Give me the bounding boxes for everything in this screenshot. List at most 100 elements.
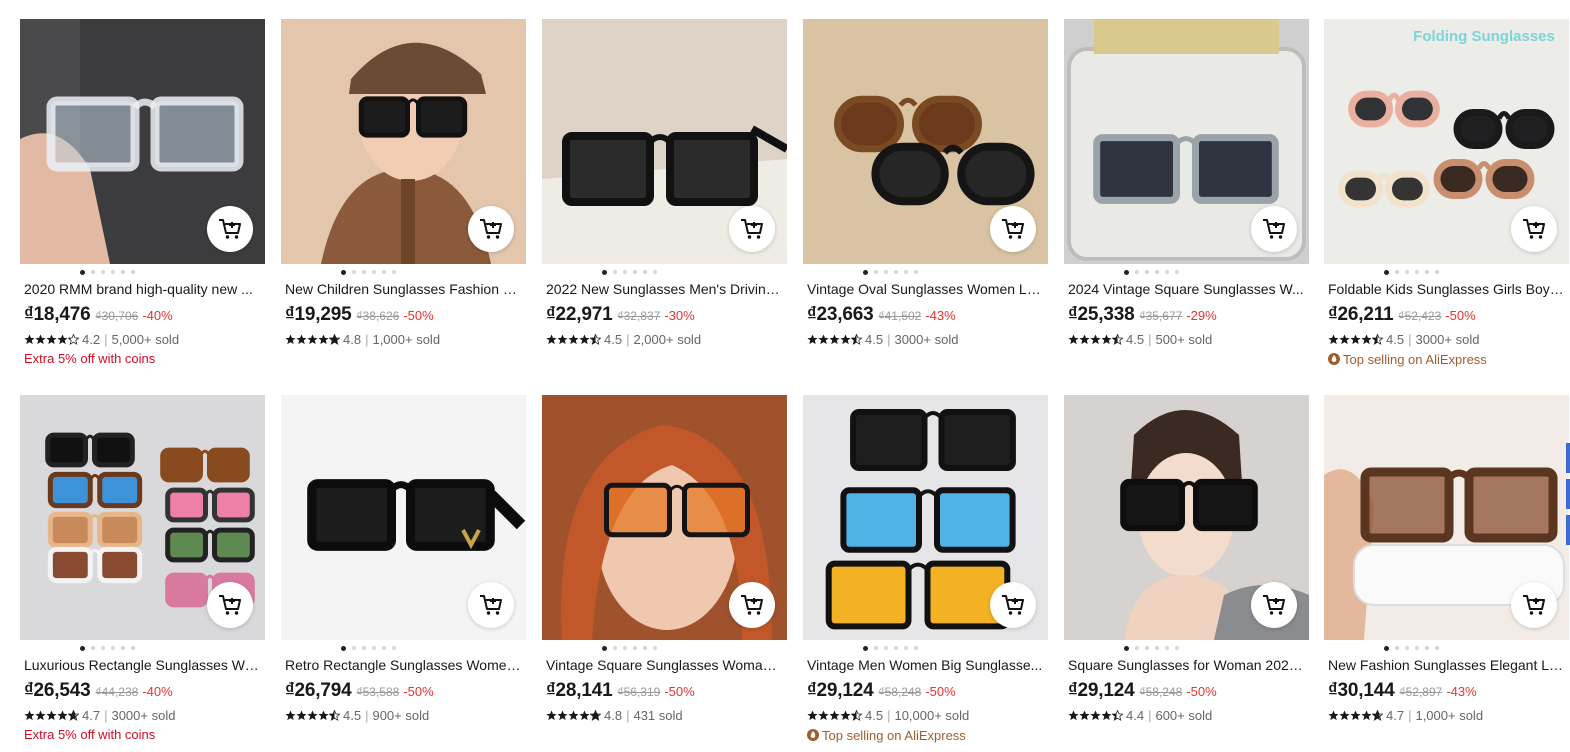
carousel-dot[interactable] (914, 270, 918, 274)
add-to-cart-button[interactable] (729, 206, 775, 252)
add-to-cart-button[interactable] (468, 582, 514, 628)
carousel-dot[interactable] (382, 646, 386, 650)
carousel-dot[interactable] (633, 646, 637, 650)
carousel-dot[interactable] (1405, 270, 1409, 274)
product-image[interactable] (20, 395, 265, 640)
product-card[interactable]: New Fashion Sunglasses Elegant La... ₫30… (1324, 395, 1569, 723)
carousel-dot[interactable] (1175, 270, 1179, 274)
product-card[interactable]: New Children Sunglasses Fashion C... ₫19… (281, 19, 526, 347)
carousel-dot[interactable] (352, 646, 356, 650)
product-title[interactable]: Vintage Square Sunglasses Woman ... (542, 656, 787, 674)
product-image[interactable] (281, 19, 526, 264)
carousel-dot[interactable] (1135, 270, 1139, 274)
product-image[interactable] (1064, 395, 1309, 640)
carousel-dot[interactable] (863, 645, 868, 651)
carousel-dot[interactable] (1175, 646, 1179, 650)
carousel-dot[interactable] (863, 269, 868, 275)
product-card[interactable]: Retro Rectangle Sunglasses Women... ₫26,… (281, 395, 526, 723)
product-image[interactable]: Folding Sunglasses (1324, 19, 1569, 264)
product-title[interactable]: Luxurious Rectangle Sunglasses Wo... (20, 656, 265, 674)
carousel-dot[interactable] (80, 269, 85, 275)
carousel-dot[interactable] (392, 646, 396, 650)
scrollbar-indicator[interactable] (1566, 443, 1570, 558)
product-image[interactable] (281, 395, 526, 640)
carousel-dot[interactable] (131, 646, 135, 650)
add-to-cart-button[interactable] (990, 206, 1036, 252)
carousel-dot[interactable] (904, 646, 908, 650)
carousel-dot[interactable] (91, 646, 95, 650)
carousel-dot[interactable] (1425, 270, 1429, 274)
carousel-dot[interactable] (382, 270, 386, 274)
carousel-dot[interactable] (372, 646, 376, 650)
product-title[interactable]: New Fashion Sunglasses Elegant La... (1324, 656, 1569, 674)
add-to-cart-button[interactable] (1511, 582, 1557, 628)
carousel-dot[interactable] (1435, 646, 1439, 650)
product-card[interactable]: Folding Sunglasses Foldable Kids Sunglas… (1324, 19, 1569, 367)
carousel-dot[interactable] (613, 646, 617, 650)
carousel-dot[interactable] (884, 270, 888, 274)
carousel-dot[interactable] (1124, 645, 1129, 651)
carousel-dot[interactable] (653, 270, 657, 274)
carousel-dot[interactable] (1165, 270, 1169, 274)
carousel-dot[interactable] (392, 270, 396, 274)
carousel-dot[interactable] (1145, 270, 1149, 274)
product-card[interactable]: 2024 Vintage Square Sunglasses W... ₫25,… (1064, 19, 1309, 347)
add-to-cart-button[interactable] (729, 582, 775, 628)
product-image[interactable] (1064, 19, 1309, 264)
carousel-dot[interactable] (874, 646, 878, 650)
carousel-dot[interactable] (1405, 646, 1409, 650)
carousel-dot[interactable] (1435, 270, 1439, 274)
carousel-dot[interactable] (362, 270, 366, 274)
carousel-dot[interactable] (80, 645, 85, 651)
product-image[interactable] (803, 395, 1048, 640)
product-card[interactable]: 2020 RMM brand high-quality new ... ₫18,… (20, 19, 265, 367)
carousel-dot[interactable] (1415, 646, 1419, 650)
add-to-cart-button[interactable] (207, 206, 253, 252)
product-title[interactable]: 2024 Vintage Square Sunglasses W... (1064, 280, 1309, 298)
carousel-dot[interactable] (633, 270, 637, 274)
carousel-dot[interactable] (904, 270, 908, 274)
carousel-dot[interactable] (111, 270, 115, 274)
carousel-dot[interactable] (372, 270, 376, 274)
add-to-cart-button[interactable] (1251, 582, 1297, 628)
carousel-dot[interactable] (884, 646, 888, 650)
carousel-dot[interactable] (613, 270, 617, 274)
add-to-cart-button[interactable] (207, 582, 253, 628)
add-to-cart-button[interactable] (1511, 206, 1557, 252)
carousel-dot[interactable] (101, 270, 105, 274)
product-card[interactable]: Square Sunglasses for Woman 2023... ₫29,… (1064, 395, 1309, 723)
product-card[interactable]: Vintage Oval Sunglasses Women Lu... ₫23,… (803, 19, 1048, 347)
carousel-dot[interactable] (362, 646, 366, 650)
product-image[interactable] (20, 19, 265, 264)
carousel-dot[interactable] (653, 646, 657, 650)
carousel-dot[interactable] (1145, 646, 1149, 650)
carousel-dot[interactable] (1165, 646, 1169, 650)
carousel-dot[interactable] (1415, 270, 1419, 274)
product-title[interactable]: Retro Rectangle Sunglasses Women... (281, 656, 526, 674)
carousel-dot[interactable] (91, 270, 95, 274)
carousel-dot[interactable] (341, 645, 346, 651)
product-title[interactable]: Vintage Oval Sunglasses Women Lu... (803, 280, 1048, 298)
carousel-dot[interactable] (894, 270, 898, 274)
product-card[interactable]: Vintage Men Women Big Sunglasse... ₫29,1… (803, 395, 1048, 743)
product-title[interactable]: Square Sunglasses for Woman 2023... (1064, 656, 1309, 674)
carousel-dot[interactable] (352, 270, 356, 274)
carousel-dot[interactable] (643, 270, 647, 274)
product-card[interactable]: 2022 New Sunglasses Men's Driving... ₫22… (542, 19, 787, 347)
product-image[interactable] (1324, 395, 1569, 640)
carousel-dot[interactable] (602, 269, 607, 275)
product-title[interactable]: 2020 RMM brand high-quality new ... (20, 280, 265, 298)
add-to-cart-button[interactable] (468, 206, 514, 252)
carousel-dot[interactable] (1155, 270, 1159, 274)
carousel-dot[interactable] (111, 646, 115, 650)
carousel-dot[interactable] (1395, 646, 1399, 650)
carousel-dot[interactable] (623, 270, 627, 274)
carousel-dot[interactable] (101, 646, 105, 650)
carousel-dot[interactable] (1395, 270, 1399, 274)
product-image[interactable] (542, 395, 787, 640)
product-title[interactable]: Vintage Men Women Big Sunglasse... (803, 656, 1048, 674)
carousel-dot[interactable] (914, 646, 918, 650)
product-card[interactable]: Vintage Square Sunglasses Woman ... ₫28,… (542, 395, 787, 723)
carousel-dot[interactable] (1425, 646, 1429, 650)
carousel-dot[interactable] (121, 270, 125, 274)
